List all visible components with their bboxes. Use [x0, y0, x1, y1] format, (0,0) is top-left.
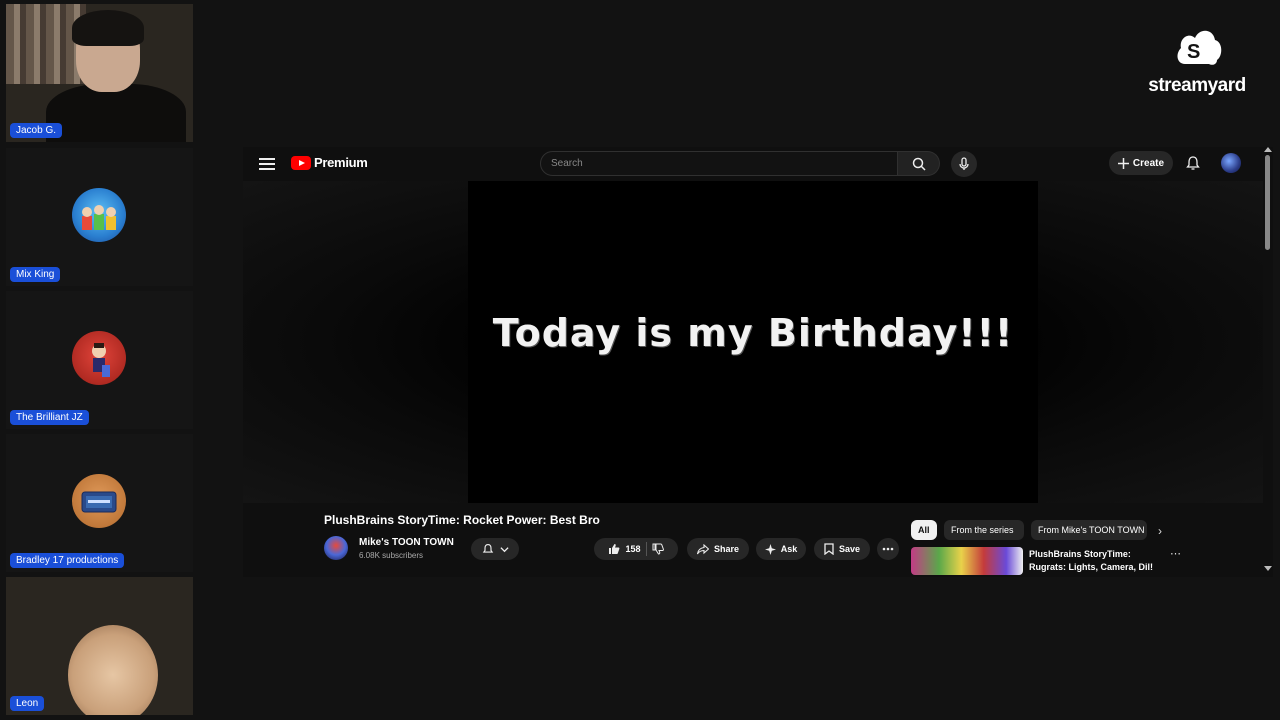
bell-icon — [482, 543, 493, 553]
thumbs-down-icon[interactable] — [652, 543, 664, 555]
more-actions-button[interactable] — [877, 538, 899, 560]
camera-person-head — [68, 625, 158, 715]
bookmark-icon — [824, 543, 834, 555]
chip-all[interactable]: All — [911, 520, 937, 540]
camera-person-hair — [72, 10, 144, 46]
search-icon — [912, 157, 926, 171]
streamyard-wordmark: streamyard — [1148, 75, 1246, 96]
save-label: Save — [838, 544, 861, 554]
participant-name-tag: Jacob G. — [10, 123, 63, 138]
search-input[interactable]: Search — [540, 151, 898, 176]
youtube-play-icon — [291, 155, 311, 170]
streamyard-stage: Jacob G. Mix King The Brilliant JZ Bradl… — [0, 0, 1280, 720]
recommendation-more-icon[interactable]: ⋯ — [1170, 547, 1181, 560]
search-button[interactable] — [898, 151, 940, 176]
participant-name-tag: The Brilliant JZ — [10, 410, 89, 425]
participant-tile-brilliant-jz[interactable]: The Brilliant JZ — [6, 291, 193, 429]
create-button[interactable]: Create — [1109, 151, 1173, 175]
avatar-image — [81, 491, 117, 513]
camera-person-body — [46, 84, 186, 142]
youtube-masthead: Premium Search Create — [243, 147, 1273, 181]
like-dislike-group[interactable]: 158 — [594, 538, 678, 560]
voice-search-button[interactable] — [951, 151, 977, 177]
account-avatar[interactable] — [1221, 153, 1241, 173]
thumbs-up-icon[interactable] — [608, 543, 620, 555]
participant-avatar — [72, 474, 126, 528]
page-scrollbar[interactable] — [1263, 147, 1273, 577]
participant-tile-jacob[interactable]: Jacob G. — [6, 4, 193, 142]
avatar-image — [92, 343, 110, 377]
participant-name-tag: Mix King — [10, 267, 61, 282]
participant-tile-bradley[interactable]: Bradley 17 productions — [6, 434, 193, 572]
like-divider — [645, 542, 647, 556]
chevron-down-icon — [499, 546, 509, 552]
recommendation-thumbnail[interactable] — [911, 547, 1023, 575]
ask-button[interactable]: Ask — [756, 538, 806, 560]
channel-avatar[interactable] — [324, 536, 348, 560]
avatar-image — [82, 205, 116, 230]
share-button[interactable]: Share — [687, 538, 749, 560]
youtube-brand-label: Premium — [314, 155, 368, 170]
ask-label: Ask — [780, 544, 798, 554]
chip-from-channel[interactable]: From Mike's TOON TOWN — [1031, 520, 1147, 540]
video-overlay-text: Today is my Birthday!!! — [492, 311, 1014, 355]
like-count: 158 — [625, 544, 641, 554]
channel-subscriber-count: 6.08K subscribers — [359, 551, 424, 560]
shared-screen-youtube[interactable]: Premium Search Create Today is my Birthd… — [243, 147, 1273, 577]
participant-avatar — [72, 331, 126, 385]
video-title: PlushBrains StoryTime: Rocket Power: Bes… — [324, 513, 600, 527]
scroll-up-arrow[interactable] — [1264, 147, 1272, 152]
streamyard-logo: S streamyard — [1140, 24, 1254, 97]
notifications-bell-icon[interactable] — [1185, 155, 1201, 171]
participant-avatar — [72, 188, 126, 242]
chevron-right-icon[interactable]: › — [1158, 524, 1162, 538]
plus-icon — [1117, 157, 1129, 169]
participant-tile-mix-king[interactable]: Mix King — [6, 148, 193, 286]
scroll-thumb[interactable] — [1265, 155, 1270, 250]
video-player[interactable]: Today is my Birthday!!! — [243, 181, 1263, 503]
youtube-logo[interactable]: Premium — [291, 155, 368, 170]
share-icon — [696, 543, 709, 554]
menu-icon[interactable] — [259, 156, 275, 172]
participant-name-tag: Bradley 17 productions — [10, 553, 125, 568]
streamyard-mark-icon: S — [1177, 30, 1222, 65]
participant-tile-leon[interactable]: Leon — [6, 577, 193, 715]
microphone-icon — [959, 157, 969, 170]
recommendation-title[interactable]: PlushBrains StoryTime: Rugrats: Lights, … — [1029, 548, 1169, 574]
share-label: Share — [713, 544, 739, 554]
subscription-notifications-button[interactable] — [471, 538, 519, 560]
participant-name-tag: Leon — [10, 696, 45, 711]
sparkle-icon — [764, 543, 776, 555]
save-button[interactable]: Save — [814, 538, 870, 560]
more-horizontal-icon — [882, 547, 894, 551]
channel-name[interactable]: Mike's TOON TOWN — [359, 537, 454, 548]
svg-text:S: S — [1187, 41, 1200, 63]
create-label: Create — [1132, 157, 1165, 169]
chip-from-series[interactable]: From the series — [944, 520, 1024, 540]
camera-background — [6, 4, 86, 84]
scroll-down-arrow[interactable] — [1264, 566, 1272, 571]
